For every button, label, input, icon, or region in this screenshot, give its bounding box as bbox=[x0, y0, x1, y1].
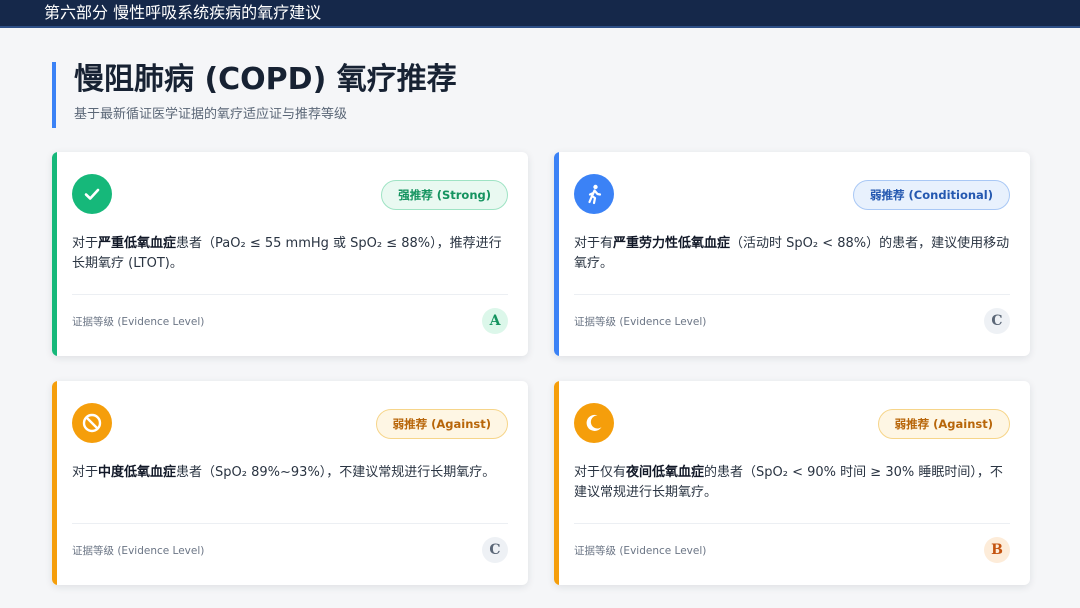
evidence-grade: C bbox=[482, 537, 508, 563]
walking-person-icon bbox=[574, 174, 614, 214]
evidence-grade: B bbox=[984, 537, 1010, 563]
page-title: 慢阻肺病 (COPD) 氧疗推荐 bbox=[74, 62, 457, 97]
evidence-label: 证据等级 (Evidence Level) bbox=[574, 545, 707, 557]
strength-badge: 弱推荐 (Conditional) bbox=[853, 180, 1010, 210]
card-accent bbox=[554, 152, 559, 356]
recommendation-card-moderate: 弱推荐 (Against) 对于中度低氧血症患者（SpO₂ 89%~93%），不… bbox=[52, 381, 528, 585]
recommendation-card-ambulatory: 弱推荐 (Conditional) 对于有严重劳力性低氧血症（活动时 SpO₂ … bbox=[554, 152, 1030, 356]
divider bbox=[72, 294, 508, 295]
ban-icon bbox=[72, 403, 112, 443]
recommendation-card-ltot: 强推荐 (Strong) 对于严重低氧血症患者（PaO₂ ≤ 55 mmHg 或… bbox=[52, 152, 528, 356]
evidence-label: 证据等级 (Evidence Level) bbox=[574, 316, 707, 328]
top-bar: 第六部分 慢性呼吸系统疾病的氧疗建议 bbox=[0, 0, 1080, 28]
recommendation-text: 对于中度低氧血症患者（SpO₂ 89%~93%），不建议常规进行长期氧疗。 bbox=[72, 465, 496, 480]
page-subtitle: 基于最新循证医学证据的氧疗适应证与推荐等级 bbox=[74, 107, 348, 122]
recommendation-text: 对于严重低氧血症患者（PaO₂ ≤ 55 mmHg 或 SpO₂ ≤ 88%），… bbox=[72, 236, 502, 271]
card-accent bbox=[554, 381, 559, 585]
divider bbox=[72, 523, 508, 524]
section-title: 第六部分 慢性呼吸系统疾病的氧疗建议 bbox=[44, 3, 322, 22]
evidence-grade: A bbox=[482, 308, 508, 334]
recommendation-card-nocturnal: 弱推荐 (Against) 对于仅有夜间低氧血症的患者（SpO₂ < 90% 时… bbox=[554, 381, 1030, 585]
divider bbox=[574, 294, 1010, 295]
check-icon bbox=[72, 174, 112, 214]
strength-badge: 弱推荐 (Against) bbox=[375, 409, 508, 439]
divider bbox=[574, 523, 1010, 524]
moon-icon bbox=[574, 403, 614, 443]
title-block: 慢阻肺病 (COPD) 氧疗推荐 基于最新循证医学证据的氧疗适应证与推荐等级 bbox=[52, 62, 457, 128]
evidence-label: 证据等级 (Evidence Level) bbox=[72, 316, 205, 328]
strength-badge: 强推荐 (Strong) bbox=[381, 180, 508, 210]
card-accent bbox=[52, 381, 57, 585]
strength-badge: 弱推荐 (Against) bbox=[877, 409, 1010, 439]
recommendation-text: 对于仅有夜间低氧血症的患者（SpO₂ < 90% 时间 ≥ 30% 睡眠时间），… bbox=[574, 465, 1003, 500]
card-accent bbox=[52, 152, 57, 356]
evidence-grade: C bbox=[984, 308, 1010, 334]
recommendation-text: 对于有严重劳力性低氧血症（活动时 SpO₂ < 88%）的患者，建议使用移动氧疗… bbox=[574, 236, 1010, 271]
evidence-label: 证据等级 (Evidence Level) bbox=[72, 545, 205, 557]
